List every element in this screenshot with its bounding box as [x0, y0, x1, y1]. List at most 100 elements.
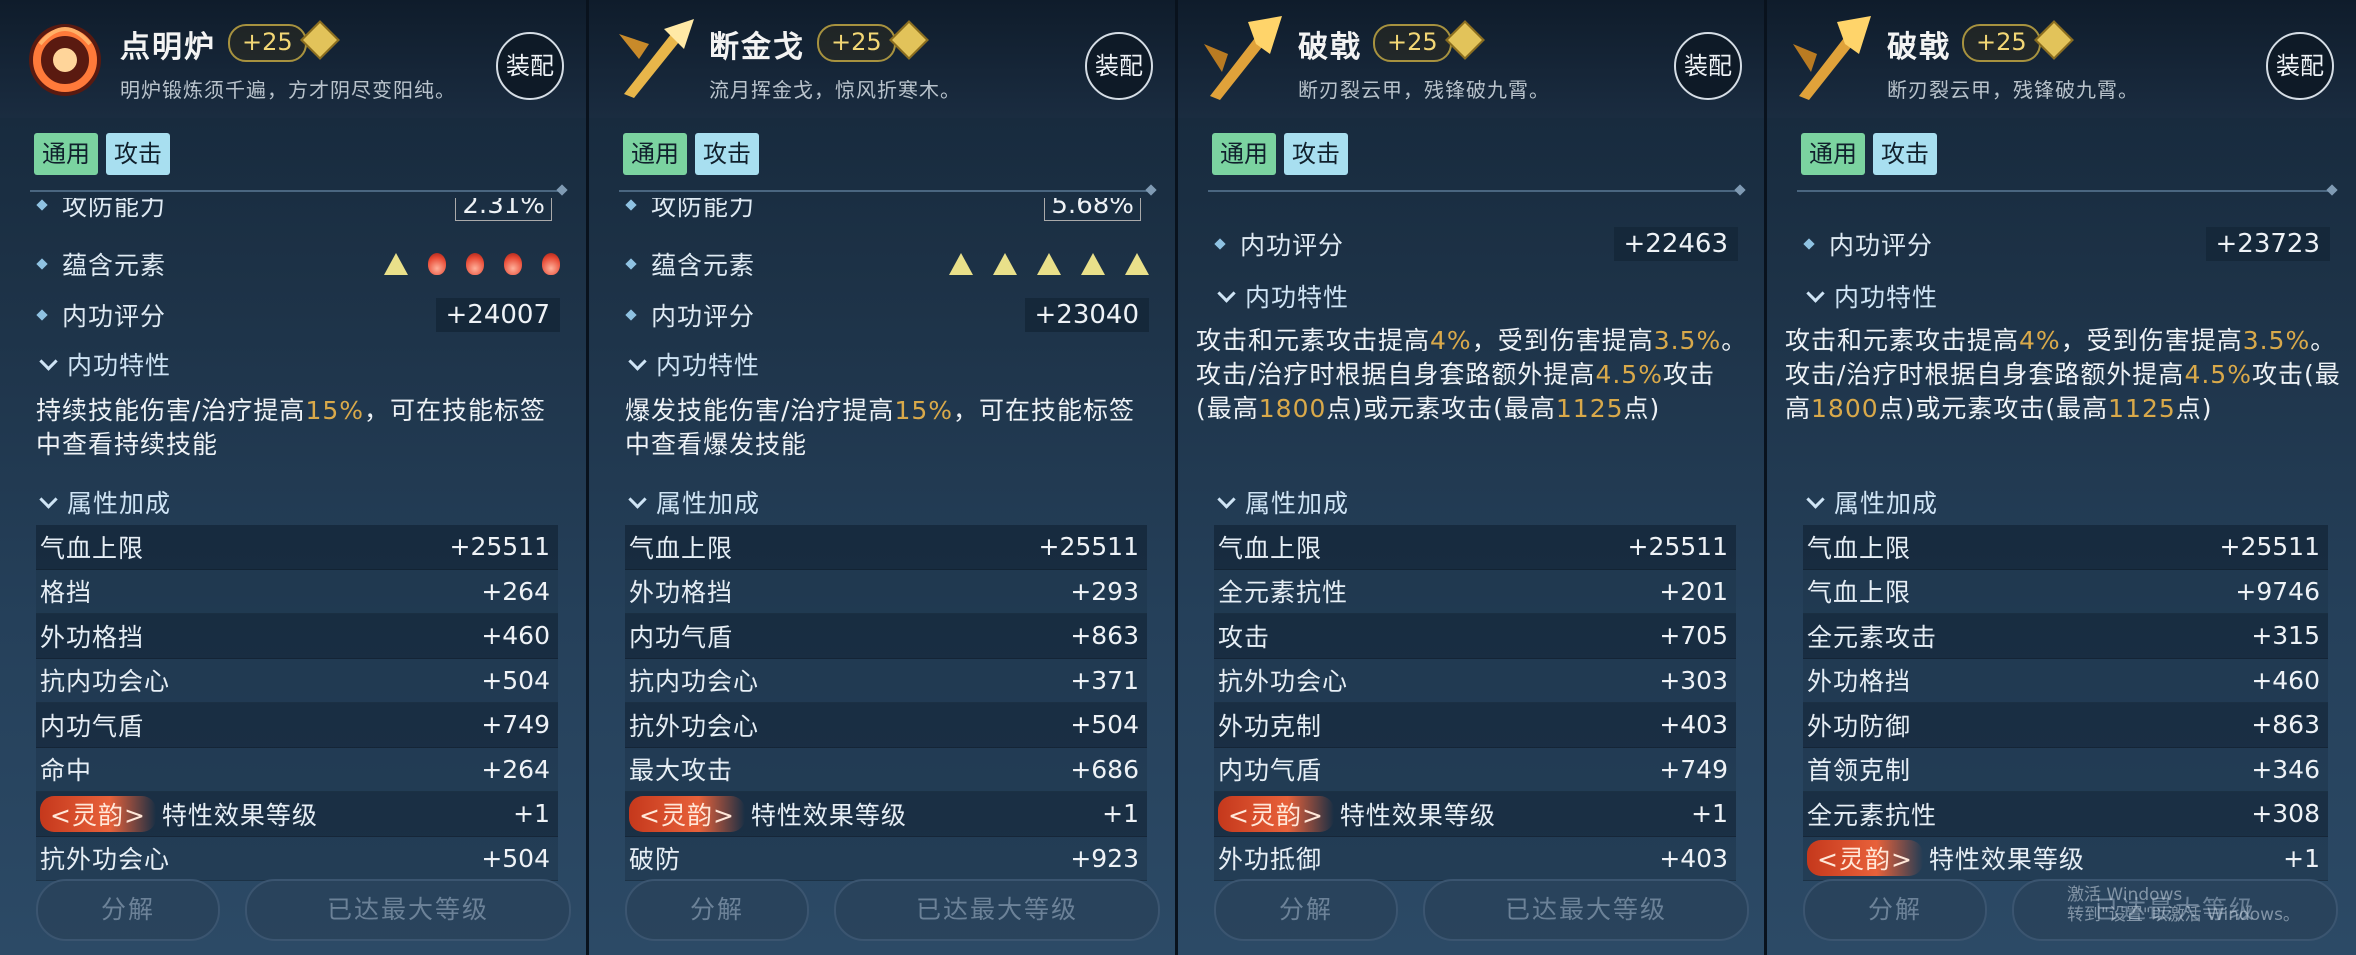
rank-diamond-icon — [300, 20, 340, 60]
broken-halberd-icon — [1204, 16, 1282, 100]
salvage-button[interactable]: 分解 — [36, 879, 220, 941]
trait-number: 1125 — [1555, 394, 1624, 423]
stat-row-lingyun: <灵韵> 特性效果等级 +1 — [625, 792, 1147, 837]
tab-general[interactable]: 通用 — [34, 133, 98, 175]
salvage-button[interactable]: 分解 — [1803, 879, 1987, 941]
salvage-button[interactable]: 分解 — [625, 879, 809, 941]
fire-element-icon — [428, 253, 446, 275]
traits-section-header[interactable]: 内功特性 — [1805, 276, 1938, 316]
salvage-button[interactable]: 分解 — [1214, 879, 1398, 941]
stat-name: 首领克制 — [1807, 756, 1912, 786]
trait-text: 点) — [1623, 394, 1661, 423]
attributes-title: 属性加成 — [1834, 489, 1939, 518]
trait-percent: 4.5% — [2184, 360, 2252, 389]
attributes-section-header[interactable]: 属性加成 — [627, 482, 760, 522]
stat-value: +686 — [1070, 754, 1139, 784]
equip-button[interactable]: 装配 — [1085, 32, 1153, 100]
attack-defense-label: 攻防能力 — [651, 198, 756, 221]
stat-value: +749 — [481, 710, 550, 740]
stat-name: 气血上限 — [629, 533, 734, 563]
traits-section-header[interactable]: 内功特性 — [1216, 276, 1349, 316]
windows-activation-watermark: 激活 Windows 转到"设置"以激活 Windows。 — [2067, 885, 2300, 925]
tab-general[interactable]: 通用 — [1212, 133, 1276, 175]
bullet-icon — [625, 258, 637, 270]
stat-name: 气血上限 — [1807, 578, 1912, 608]
trait-number: 1800 — [1258, 394, 1327, 423]
score-value: +22463 — [1613, 227, 1738, 261]
trait-description: 攻击和元素攻击提高4%，受到伤害提高3.5%。攻击/治疗时根据自身套路额外提高4… — [1196, 324, 1750, 426]
traits-title: 内功特性 — [656, 351, 761, 380]
stat-name: 内功气盾 — [40, 711, 145, 741]
windows-activation-hint: 转到"设置"以激活 Windows。 — [2067, 905, 2300, 925]
trait-percent: 3.5% — [1653, 326, 1722, 355]
category-tabs: 通用 攻击 — [623, 133, 759, 175]
halberd-icon — [619, 19, 694, 98]
action-bar: 分解 已达最大等级 — [1178, 869, 1764, 955]
equip-button[interactable]: 装配 — [1674, 32, 1742, 100]
traits-section-header[interactable]: 内功特性 — [627, 344, 760, 384]
attributes-title: 属性加成 — [656, 489, 761, 518]
stat-value: +1 — [1691, 799, 1728, 829]
stat-name: 抗内功会心 — [629, 667, 760, 697]
equip-button[interactable]: 装配 — [496, 32, 564, 100]
bullet-icon — [36, 258, 48, 270]
attributes-section-header[interactable]: 属性加成 — [38, 482, 171, 522]
equip-button[interactable]: 装配 — [2266, 32, 2334, 100]
tab-attack[interactable]: 攻击 — [1873, 133, 1937, 175]
tab-attack[interactable]: 攻击 — [106, 133, 170, 175]
stat-name: 气血上限 — [1218, 533, 1323, 563]
panel-header: 破戟 +25 断刃裂云甲，残锋破九霄。 装配 — [1178, 0, 1764, 118]
traits-section-header[interactable]: 内功特性 — [38, 344, 171, 384]
tab-general[interactable]: 通用 — [1801, 133, 1865, 175]
stat-row: 抗内功会心 +371 — [625, 658, 1147, 703]
stat-name: 全元素攻击 — [1807, 622, 1938, 652]
attributes-section-header[interactable]: 属性加成 — [1216, 482, 1349, 522]
stat-row: 外功克制 +403 — [1214, 703, 1736, 748]
stat-name: 外功防御 — [1807, 711, 1912, 741]
item-name: 破戟 — [1887, 30, 1951, 65]
panel-header: 断金戈 +25 流月挥金戈，惊风折寒木。 装配 — [589, 0, 1175, 118]
rank-diamond-icon — [889, 20, 929, 60]
stat-value: +9746 — [2235, 576, 2320, 606]
trait-percent: 4% — [1430, 326, 1472, 355]
stat-row: 首领克制 +346 — [1803, 747, 2328, 792]
panel-content[interactable]: 攻防能力 2.31% 蕴含元素 内功评分 +24007 内功特性 持续技能伤害/… — [0, 198, 586, 895]
bullet-icon — [36, 309, 48, 321]
tab-general[interactable]: 通用 — [623, 133, 687, 175]
attack-defense-value: 2.31% — [455, 198, 552, 221]
rank-diamond-icon — [1445, 20, 1485, 60]
stat-row-lingyun: <灵韵> 特性效果等级 +1 — [1214, 792, 1736, 837]
panel-content[interactable]: 内功评分 +23723 内功特性 攻击和元素攻击提高4%，受到伤害提高3.5%。… — [1767, 198, 2356, 895]
panel-content[interactable]: 攻防能力 5.68% 蕴含元素 内功评分 +23040 内功特性 爆发技能伤害/… — [589, 198, 1175, 895]
item-name: 断金戈 — [709, 30, 805, 65]
stat-value: +460 — [2251, 665, 2320, 695]
score-row: 内功评分 +23040 — [625, 293, 1149, 337]
equipment-comparison: 点明炉 +25 明炉锻炼须千遍，方才阴尽变阳纯。 装配 通用 攻击 攻防能力 2… — [0, 0, 2356, 955]
divider — [30, 190, 566, 192]
element-row: 蕴含元素 — [625, 242, 1149, 286]
tab-attack[interactable]: 攻击 — [1284, 133, 1348, 175]
stat-list: 气血上限 +25511 外功格挡 +293 内功气盾 +863 抗内功会心 +371 抗… — [625, 525, 1147, 881]
divider — [1208, 190, 1744, 192]
stat-name: 内功气盾 — [629, 622, 734, 652]
stat-name: 特性效果等级 — [1339, 800, 1496, 830]
chevron-down-icon — [1217, 283, 1236, 303]
stat-name: 全元素抗性 — [1218, 578, 1349, 608]
stat-name: 气血上限 — [40, 533, 145, 563]
traits-title: 内功特性 — [1245, 283, 1350, 312]
stat-name: 外功格挡 — [629, 578, 734, 608]
trait-number: 1125 — [2108, 394, 2176, 423]
attack-defense-value: 5.68% — [1044, 198, 1141, 221]
stat-name: 气血上限 — [1807, 533, 1912, 563]
stat-value: +25511 — [449, 532, 550, 562]
stat-value: +346 — [2251, 754, 2320, 784]
attributes-section-header[interactable]: 属性加成 — [1805, 482, 1938, 522]
tab-attack[interactable]: 攻击 — [695, 133, 759, 175]
panel-content[interactable]: 内功评分 +22463 内功特性 攻击和元素攻击提高4%，受到伤害提高3.5%。… — [1178, 198, 1764, 895]
stat-value: +504 — [1070, 710, 1139, 740]
chevron-down-icon — [39, 489, 58, 509]
stat-list: 气血上限 +25511 气血上限 +9746 全元素攻击 +315 外功格挡 +460 … — [1803, 525, 2328, 881]
category-tabs: 通用 攻击 — [1801, 133, 1937, 175]
score-label: 内功评分 — [1240, 231, 1345, 260]
stat-value: +308 — [2251, 799, 2320, 829]
